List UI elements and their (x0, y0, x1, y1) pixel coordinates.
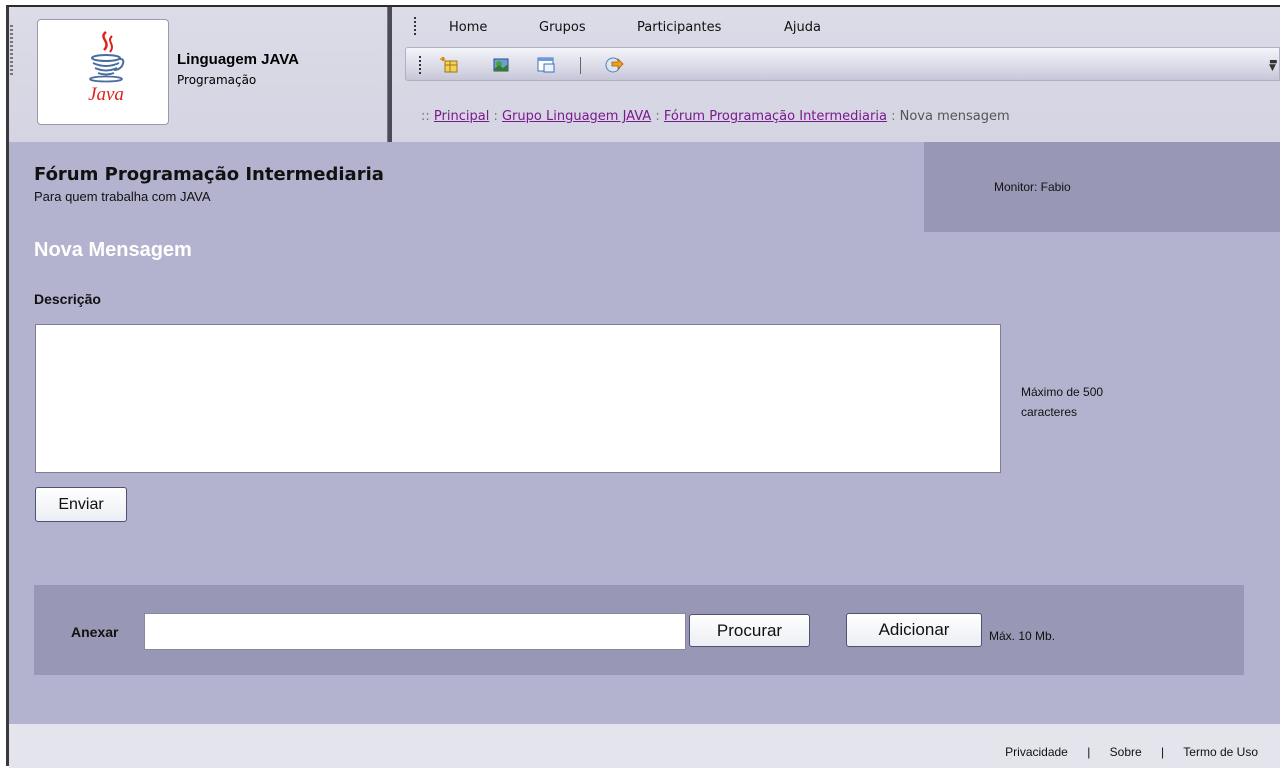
attach-file-input[interactable] (144, 613, 686, 650)
forum-title: Fórum Programação Intermediaria (34, 164, 384, 185)
breadcrumb-separator: : (891, 109, 896, 124)
monitor-panel: Monitor: Fabio (924, 142, 1280, 232)
toolbar-overflow-icon[interactable]: ▬ ▼ (1269, 58, 1278, 73)
breadcrumb-separator: : (493, 109, 498, 124)
image-icon[interactable] (491, 55, 511, 75)
window-icon[interactable] (536, 55, 556, 75)
menu-participantes[interactable]: Participantes (637, 20, 721, 35)
breadcrumb-link-forum[interactable]: Fórum Programação Intermediaria (664, 109, 887, 124)
footer-separator: | (1087, 745, 1091, 759)
menu-ajuda[interactable]: Ajuda (784, 20, 821, 35)
main-content: Monitor: Fabio Fórum Programação Interme… (9, 142, 1280, 724)
java-wordmark: Java (88, 84, 124, 104)
forum-subtitle: Para quem trabalha com JAVA (34, 189, 211, 204)
footer-links: Privacidade | Sobre | Termo de Uso (1005, 745, 1258, 759)
attach-label: Anexar (71, 624, 119, 640)
header: Java Linguagem JAVA Programação Home Gru… (9, 7, 1280, 142)
header-divider (387, 7, 392, 142)
breadcrumb-link-principal[interactable]: Principal (434, 109, 489, 124)
breadcrumb: :: Principal : Grupo Linguagem JAVA : Fó… (421, 109, 1010, 124)
java-logo-icon: Java (88, 31, 125, 104)
breadcrumb-separator: : (655, 109, 660, 124)
grip-handle[interactable] (10, 25, 13, 75)
max-size-note: Máx. 10 Mb. (989, 629, 1056, 643)
toolbar-separator (580, 57, 581, 74)
breadcrumb-prefix: :: (421, 109, 430, 124)
group-logo: Java (37, 19, 169, 125)
footer-separator: | (1161, 745, 1165, 759)
new-item-icon[interactable] (439, 55, 459, 75)
add-attachment-button[interactable]: Adicionar (846, 613, 982, 647)
send-button[interactable]: Enviar (35, 487, 127, 522)
description-label: Descrição (34, 291, 101, 307)
breadcrumb-current: Nova mensagem (899, 109, 1010, 124)
footer-link-termo[interactable]: Termo de Uso (1183, 745, 1258, 759)
menu-home[interactable]: Home (449, 20, 487, 35)
toolbar-grip[interactable] (419, 56, 421, 74)
app-frame: Java Linguagem JAVA Programação Home Gru… (6, 5, 1280, 768)
menu-grip[interactable] (414, 17, 416, 37)
browse-button[interactable]: Procurar (689, 614, 810, 647)
menu-grupos[interactable]: Grupos (539, 20, 586, 35)
breadcrumb-link-grupo[interactable]: Grupo Linguagem JAVA (502, 109, 651, 124)
footer: Privacidade | Sobre | Termo de Uso (9, 724, 1280, 768)
group-title: Linguagem JAVA (177, 51, 299, 68)
description-textarea[interactable] (35, 324, 1001, 473)
group-subtitle: Programação (177, 73, 257, 87)
page-title: Nova Mensagem (34, 239, 192, 261)
attach-panel: Anexar Procurar Adicionar Máx. 10 Mb. (34, 585, 1244, 675)
footer-link-sobre[interactable]: Sobre (1110, 745, 1142, 759)
monitor-label: Monitor: Fabio (994, 180, 1071, 194)
toolbar: ▬ ▼ (405, 47, 1280, 81)
logout-icon[interactable] (604, 55, 624, 75)
footer-link-privacidade[interactable]: Privacidade (1005, 745, 1068, 759)
max-chars-note: Máximo de 500 caracteres (1021, 385, 1104, 419)
